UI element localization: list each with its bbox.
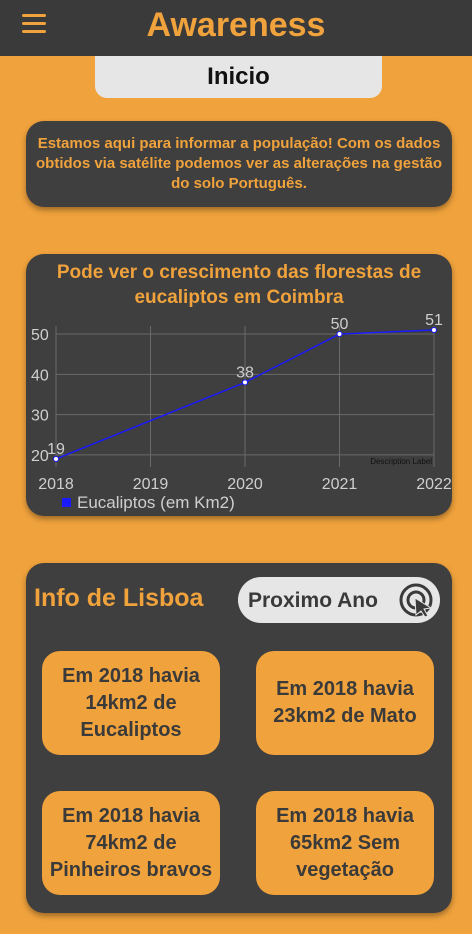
- data-label: 38: [236, 364, 254, 381]
- info-tile-pinheiros: Em 2018 havia 74km2 de Pinheiros bravos: [42, 791, 220, 895]
- legend-swatch: [62, 498, 71, 507]
- data-label: 51: [425, 312, 443, 329]
- x-tick-label: 2019: [133, 476, 169, 493]
- data-label: 19: [47, 441, 65, 458]
- touch-tap-icon: [398, 582, 434, 623]
- next-year-button-label: Proximo Ano: [248, 589, 378, 612]
- description-label: Description Label: [370, 457, 432, 466]
- x-tick-label: 2018: [38, 476, 74, 493]
- next-year-button[interactable]: Proximo Ano: [238, 577, 440, 623]
- intro-text: Estamos aqui para informar a população! …: [36, 135, 442, 192]
- info-tile-eucaliptos: Em 2018 havia 14km2 de Eucaliptos: [42, 651, 220, 755]
- lisboa-info-card: Info de Lisboa Proximo Ano Em 2018 havia…: [26, 563, 452, 913]
- info-tile-sem-vegetacao: Em 2018 havia 65km2 Sem vegetação: [256, 791, 434, 895]
- top-app-bar: Awareness: [0, 0, 472, 56]
- app-title: Awareness: [146, 6, 326, 44]
- y-tick-label: 30: [31, 408, 49, 425]
- data-label: 50: [331, 316, 349, 333]
- x-tick-label: 2020: [227, 476, 263, 493]
- intro-card: Estamos aqui para informar a população! …: [26, 121, 452, 207]
- y-tick-label: 40: [31, 367, 49, 384]
- x-tick-label: 2022: [416, 476, 452, 493]
- x-tick-label: 2021: [322, 476, 358, 493]
- tab-inicio[interactable]: Inicio: [95, 56, 382, 98]
- eucalyptus-line-chart: 203040502018 2019 2020 2021 2022193850 51Desc…: [31, 312, 452, 512]
- chart-card: Pode ver o crescimento das florestas de …: [26, 254, 452, 516]
- legend-label: Eucaliptos (em Km2): [77, 493, 235, 512]
- lisboa-title: Info de Lisboa: [34, 584, 204, 612]
- info-tile-mato: Em 2018 havia 23km2 de Mato: [256, 651, 434, 755]
- y-tick-label: 50: [31, 327, 49, 344]
